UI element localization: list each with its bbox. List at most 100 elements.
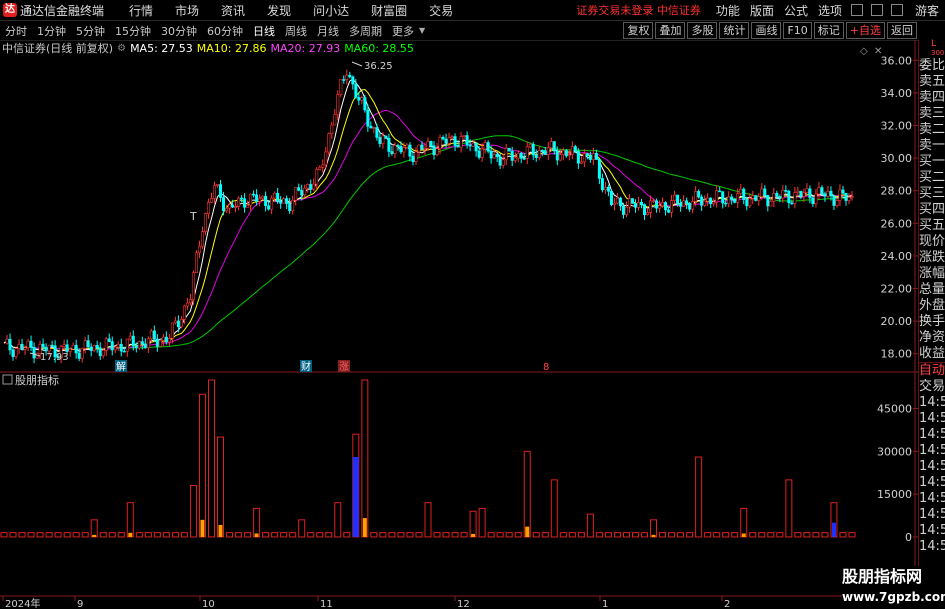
guest-label[interactable]: 游客 [915,2,939,19]
candle-body [357,97,361,101]
indicator-bar [406,532,414,538]
indicator-bar [794,532,802,538]
menu-item-function[interactable]: 功能 [716,2,740,19]
candle-body [312,183,316,190]
multi-stock-button[interactable]: 多股 [687,22,718,39]
candle-body [655,200,659,209]
candle-body [194,252,198,273]
indicator-bar [379,532,387,538]
login-notice[interactable]: 证券交易未登录 中信证券 [576,2,701,18]
candle-body [11,349,15,357]
candle-body [537,149,541,158]
candle-body [216,184,220,186]
indicator-bar [244,532,252,538]
period-multi[interactable]: 多周期 [347,23,384,39]
quote-field: 卖二 [919,122,945,137]
indicator-bar [541,532,549,538]
period-more[interactable]: 更多 [390,23,416,39]
candle-body [131,335,135,347]
menu-item-ask[interactable]: 问小达 [313,2,349,19]
minimize-icon[interactable] [850,4,863,16]
candle-body [603,186,607,191]
indicator-bar [514,532,522,538]
chart-area[interactable]: 36.00 34.00 32.00 30.00 28.00 26.00 24.00 22.00… [0,40,918,609]
candle-body [805,188,809,193]
menu-item-options[interactable]: 选项 [818,2,842,19]
quote-field[interactable]: 交易 [919,379,945,395]
indicator-bar [622,532,630,538]
indicator-bar [668,532,676,538]
candle-body [802,192,806,197]
menu-item-layout[interactable]: 版面 [750,2,774,19]
candle-body [823,193,827,197]
candle-body [164,336,168,343]
menu-item-trade[interactable]: 交易 [429,2,453,19]
candle-body [258,197,262,202]
period-30min[interactable]: 30分钟 [159,23,199,39]
candle-body [757,196,761,201]
period-daily[interactable]: 日线 [251,23,277,39]
menu-item-news[interactable]: 资讯 [221,2,245,19]
chevron-down-icon[interactable]: ▼ [419,26,425,35]
indicator-menu-icon[interactable] [2,374,13,385]
mark-button[interactable]: 标记 [813,22,844,39]
indicator-bar [487,532,495,538]
candle-body [682,200,686,207]
menu-item-formula[interactable]: 公式 [784,2,808,19]
candle-body [489,150,493,159]
candle-body [724,202,728,205]
adjust-button[interactable]: 复权 [623,22,654,39]
back-button[interactable]: 返回 [887,22,917,39]
indicator-bar [713,532,721,538]
candle-body [128,335,132,340]
period-monthly[interactable]: 月线 [315,23,341,39]
draw-line-button[interactable]: 画线 [751,22,782,39]
maximize-icon[interactable] [870,4,883,16]
overlay-button[interactable]: 叠加 [655,22,686,39]
close-icon[interactable] [890,4,903,16]
add-watchlist-button[interactable]: +自选 [845,22,885,39]
menu-item-discover[interactable]: 发现 [267,2,291,19]
candle-body [50,344,54,347]
pane-diamond-icon[interactable]: ◇ [860,46,868,57]
menu-item-quotes[interactable]: 行情 [129,2,153,19]
candle-body [751,195,755,199]
candle-body [435,148,439,156]
candle-body [766,195,770,207]
indicator-bar [695,456,703,538]
candle-body [146,338,150,349]
indicator-bar [90,519,98,538]
indicator-bar [0,532,8,538]
candle-body [627,198,631,208]
price-tick-label: 24.00 [881,250,913,263]
period-15min[interactable]: 15分钟 [113,23,153,39]
f10-button[interactable]: F10 [783,22,812,39]
quote-field: 现价 [919,234,945,249]
candle-body [703,200,707,206]
indicator-bar [767,532,775,538]
period-timeshare[interactable]: 分时 [3,23,29,39]
indicator-bar [613,532,621,538]
period-5min[interactable]: 5分钟 [74,23,107,39]
indicator-bar [307,532,315,538]
menu-item-wealth[interactable]: 财富圈 [371,2,407,19]
indicator-bar [451,532,459,538]
quote-field[interactable]: 自动 [919,362,945,379]
candle-body [633,203,637,208]
candle-body [143,343,147,349]
event-badge-eight[interactable]: 8 [543,362,549,373]
indicator-bar [641,532,649,538]
indicator-bar [217,436,225,538]
period-1min[interactable]: 1分钟 [35,23,68,39]
candle-body [393,145,397,154]
period-60min[interactable]: 60分钟 [205,23,245,39]
menu-item-market[interactable]: 市场 [175,2,199,19]
pane-close-icon[interactable]: ✕ [874,46,882,57]
period-weekly[interactable]: 周线 [283,23,309,39]
indicator-bar [442,532,450,538]
indicator-bar [27,532,35,538]
indicator-bar [108,532,116,538]
candle-body [835,200,839,206]
statistics-button[interactable]: 统计 [719,22,750,39]
indicator-bar [415,532,423,538]
